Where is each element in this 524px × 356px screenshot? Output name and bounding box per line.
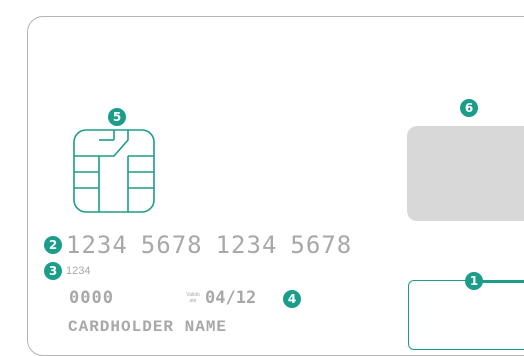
card-number-group: 1234 [215, 231, 278, 259]
four-digit-code: 0000 [69, 288, 114, 308]
highlight-line [477, 281, 524, 283]
valid-thru-label: Valido até [186, 292, 200, 304]
card-number-group: 1234 [66, 231, 128, 259]
hologram-area [407, 126, 524, 221]
card-number: 1234 5678 1234 5678 [66, 231, 365, 259]
chip-icon [72, 128, 156, 218]
small-number: 1234 [66, 265, 91, 277]
card-number-group: 5678 [290, 231, 353, 259]
expiry-date: 04/12 [205, 288, 257, 308]
card-number-group: 5678 [140, 231, 203, 259]
cardholder-name: CARDHOLDER NAME [68, 318, 228, 336]
marker-5: 5 [108, 108, 126, 126]
marker-3: 3 [44, 262, 62, 280]
marker-6: 6 [460, 99, 478, 117]
marker-2: 2 [44, 236, 62, 254]
marker-1: 1 [465, 272, 483, 290]
highlight-box [408, 280, 524, 350]
marker-4: 4 [283, 290, 301, 308]
